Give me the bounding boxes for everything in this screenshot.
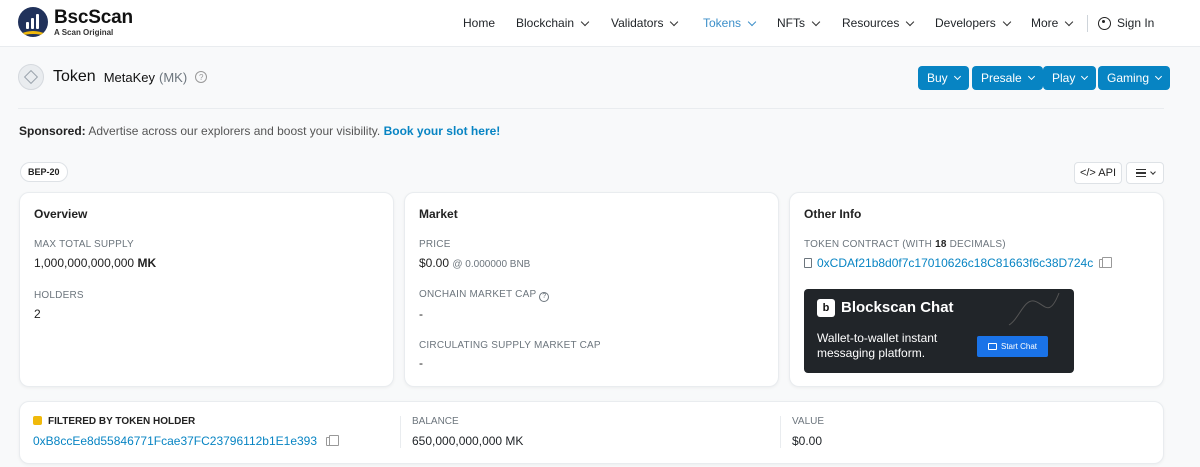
play-button[interactable]: Play — [1043, 66, 1097, 90]
chevron-down-icon — [1081, 72, 1089, 81]
holder-filter-card — [19, 401, 1164, 464]
holder-address-row: 0xB8ccEe8d55846771Fcae37FC23796112b1E1e3… — [33, 434, 340, 448]
sponsored-banner: Sponsored: Advertise across our explorer… — [19, 124, 501, 138]
gaming-button[interactable]: Gaming — [1098, 66, 1171, 90]
price-label: PRICE — [419, 239, 451, 250]
sign-in-link[interactable]: Sign In — [1098, 16, 1154, 30]
chevron-down-icon — [1154, 72, 1163, 81]
bscscan-logo[interactable]: BscScan A Scan Original — [18, 7, 133, 37]
nav-more[interactable]: More — [1031, 16, 1074, 30]
onchain-mcap-label: ONCHAIN MARKET CAP? — [419, 289, 550, 302]
chevron-down-icon — [953, 72, 961, 81]
page-title: Token — [53, 68, 96, 85]
chat-bubble-icon — [987, 343, 997, 350]
value-amount: $0.00 — [792, 434, 823, 448]
chat-ad-description: Wallet-to-wallet instant messaging platf… — [817, 331, 938, 360]
nav-divider — [1087, 15, 1088, 32]
chevron-down-icon — [1027, 72, 1035, 81]
nav-nfts[interactable]: NFTs — [777, 16, 821, 30]
overview-title: Overview — [34, 207, 88, 221]
nav-developers[interactable]: Developers — [935, 16, 1011, 30]
api-button[interactable]: </> API — [1074, 162, 1122, 184]
other-info-title: Other Info — [804, 207, 862, 221]
nav-resources[interactable]: Resources — [842, 16, 915, 30]
chevron-down-icon — [580, 17, 590, 26]
copy-icon[interactable] — [326, 435, 340, 446]
top-navbar: BscScan A Scan Original Home Blockchain … — [0, 0, 1200, 47]
document-icon — [804, 258, 812, 268]
bscscan-logo-icon — [18, 7, 48, 37]
token-contract-label: TOKEN CONTRACT (WITH 18 DECIMALS) — [804, 239, 1006, 250]
balance-label: BALANCE — [412, 416, 459, 427]
blockscan-logo-icon: b — [817, 299, 835, 317]
buy-button[interactable]: Buy — [918, 66, 969, 90]
max-supply-value: 1,000,000,000,000 MK — [34, 256, 157, 270]
chat-ad-title: Blockscan Chat — [841, 299, 954, 316]
chevron-down-icon — [670, 17, 679, 26]
holder-address-link[interactable]: 0xB8ccEe8d55846771Fcae37FC23796112b1E1e3… — [33, 434, 317, 448]
divider — [780, 416, 781, 448]
nav-validators[interactable]: Validators — [611, 16, 679, 30]
chevron-down-icon — [906, 17, 915, 26]
circulating-mcap-label: CIRCULATING SUPPLY MARKET CAP — [419, 340, 601, 351]
presale-button[interactable]: Presale — [972, 66, 1043, 90]
question-icon[interactable]: ? — [195, 71, 208, 83]
nav-home[interactable]: Home — [463, 16, 495, 30]
nav-blockchain[interactable]: Blockchain — [516, 16, 590, 30]
user-circle-icon — [1098, 16, 1111, 30]
max-supply-label: MAX TOTAL SUPPLY — [34, 239, 134, 250]
start-chat-button[interactable]: Start Chat — [977, 336, 1048, 357]
brand-name: BscScan — [54, 6, 133, 28]
more-options-button[interactable] — [1126, 162, 1164, 184]
nav-tokens[interactable]: Tokens — [703, 16, 757, 30]
brand-tagline: A Scan Original — [54, 27, 114, 37]
value-label: VALUE — [792, 416, 825, 427]
decorative-curve-icon — [1008, 292, 1060, 326]
holders-label: HOLDERS — [34, 290, 84, 301]
token-heading: Token MetaKey (MK) ? — [18, 64, 208, 90]
token-logo-icon — [18, 64, 44, 90]
token-standard-badge: BEP-20 — [20, 162, 68, 182]
list-icon — [1135, 169, 1146, 177]
price-value: $0.00 @ 0.000000 BNB — [419, 256, 531, 270]
book-slot-link[interactable]: Book your slot here! — [384, 124, 501, 138]
wallet-icon — [33, 416, 42, 425]
copy-icon[interactable] — [1099, 257, 1113, 268]
divider — [18, 108, 1164, 109]
chevron-down-icon — [1065, 17, 1074, 26]
token-contract-row: 0xCDAf21b8d0f7c17010626c18C81663f6c38D72… — [804, 256, 1113, 270]
market-card: Market PRICE $0.00 @ 0.000000 BNB ONCHAI… — [404, 192, 779, 387]
token-name: MetaKey — [103, 69, 156, 85]
chevron-down-icon — [811, 17, 821, 26]
chevron-down-icon — [1002, 17, 1011, 26]
market-title: Market — [419, 207, 458, 221]
onchain-mcap-value: - — [419, 307, 423, 321]
chevron-down-icon — [747, 17, 757, 26]
divider — [400, 416, 401, 448]
token-contract-link[interactable]: 0xCDAf21b8d0f7c17010626c18C81663f6c38D72… — [817, 256, 1093, 270]
blockscan-chat-ad[interactable]: b Blockscan Chat Wallet-to-wallet instan… — [804, 289, 1074, 373]
filter-label: FILTERED BY TOKEN HOLDER — [33, 416, 195, 427]
info-icon[interactable]: ? — [539, 292, 550, 302]
chevron-down-icon — [1149, 168, 1156, 175]
circulating-mcap-value: - — [419, 356, 423, 370]
token-symbol: (MK) — [159, 69, 188, 85]
other-info-card: Other Info TOKEN CONTRACT (WITH 18 DECIM… — [789, 192, 1164, 387]
balance-value: 650,000,000,000 MK — [412, 434, 524, 448]
overview-card: Overview MAX TOTAL SUPPLY 1,000,000,000,… — [19, 192, 394, 387]
holders-value[interactable]: 2 — [34, 307, 41, 321]
